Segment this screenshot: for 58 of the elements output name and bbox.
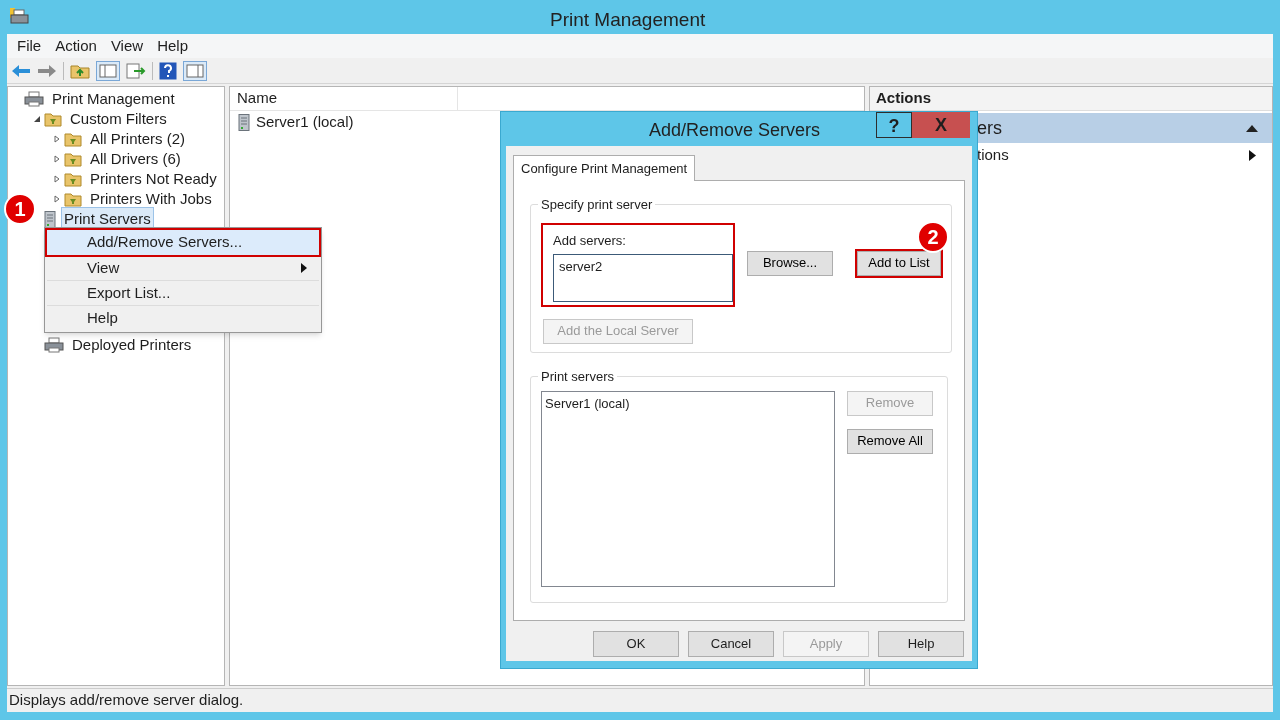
field-label: Add servers:	[553, 231, 627, 250]
back-arrow-icon[interactable]	[11, 63, 31, 78]
actions-section-title[interactable]: ers	[977, 114, 1002, 142]
servers-input-field[interactable]: server2	[553, 254, 733, 302]
collapsed-arrow-icon[interactable]	[53, 175, 61, 183]
filter-folder-icon	[64, 151, 82, 167]
column-header[interactable]: Name	[230, 87, 458, 110]
tree-item[interactable]: Deployed Printers	[69, 332, 195, 358]
collapse-arrow-icon[interactable]	[1246, 124, 1258, 132]
menu-item[interactable]: Action	[49, 34, 103, 58]
close-button[interactable]: X	[912, 112, 970, 138]
server-icon	[44, 210, 56, 228]
step-number-badge: 1	[4, 193, 36, 225]
folder-up-icon[interactable]	[70, 62, 90, 79]
expanded-arrow-icon[interactable]	[33, 115, 41, 123]
printer-icon	[8, 7, 30, 27]
printer-icon	[44, 337, 64, 353]
submenu-arrow-icon	[301, 263, 307, 273]
collapsed-arrow-icon[interactable]	[53, 195, 61, 203]
add-to-list-button[interactable]: Add to List	[857, 250, 941, 276]
server-icon	[238, 113, 250, 131]
menu-item[interactable]: View	[47, 255, 319, 280]
pane-toggle-icon[interactable]	[183, 60, 207, 81]
dialog-button[interactable]: Help	[878, 631, 964, 657]
group-label: Print servers	[540, 368, 615, 386]
menu-item[interactable]: Add/Remove Servers...	[47, 230, 319, 255]
browse-button[interactable]: Browse...	[747, 250, 833, 276]
menu-item[interactable]: Help	[47, 305, 319, 330]
submenu-arrow-icon	[1249, 149, 1256, 161]
printer-icon	[24, 91, 44, 107]
help-button[interactable]: ?	[876, 112, 912, 138]
collapsed-arrow-icon[interactable]	[53, 155, 61, 163]
filter-folder-icon	[64, 191, 82, 207]
list-item[interactable]: Server1 (local)	[545, 393, 831, 413]
menu-item[interactable]: Help	[151, 34, 194, 58]
menu-item[interactable]: Export List...	[47, 280, 319, 305]
menu-item[interactable]: View	[104, 34, 150, 58]
step-number-badge: 2	[917, 220, 949, 253]
menu-item[interactable]: File	[11, 34, 48, 58]
group-label: Specify print server	[540, 196, 654, 214]
forward-arrow-icon[interactable]	[37, 63, 57, 78]
collapsed-arrow-icon[interactable]	[53, 135, 61, 143]
dialog-button[interactable]: OK	[593, 631, 679, 657]
dialog-button[interactable]: Cancel	[688, 631, 774, 657]
window-title: Print Management	[550, 8, 706, 32]
filter-folder-icon	[64, 131, 82, 147]
filter-folder-icon	[44, 111, 62, 127]
dialog-title: Add/Remove Servers	[649, 119, 821, 142]
action-link[interactable]: tions	[977, 143, 1009, 167]
export-icon[interactable]	[126, 62, 146, 79]
remove-all-button[interactable]: Remove All	[847, 428, 933, 454]
status-bar: Displays add/remove server dialog.	[7, 688, 1273, 712]
pane-toggle-icon[interactable]	[96, 60, 120, 81]
help-icon[interactable]	[159, 61, 177, 80]
list-item[interactable]: Server1 (local)	[256, 110, 354, 134]
tab[interactable]: Configure Print Management	[513, 155, 696, 181]
filter-folder-icon	[64, 171, 82, 187]
actions-header: Actions	[870, 87, 1272, 111]
